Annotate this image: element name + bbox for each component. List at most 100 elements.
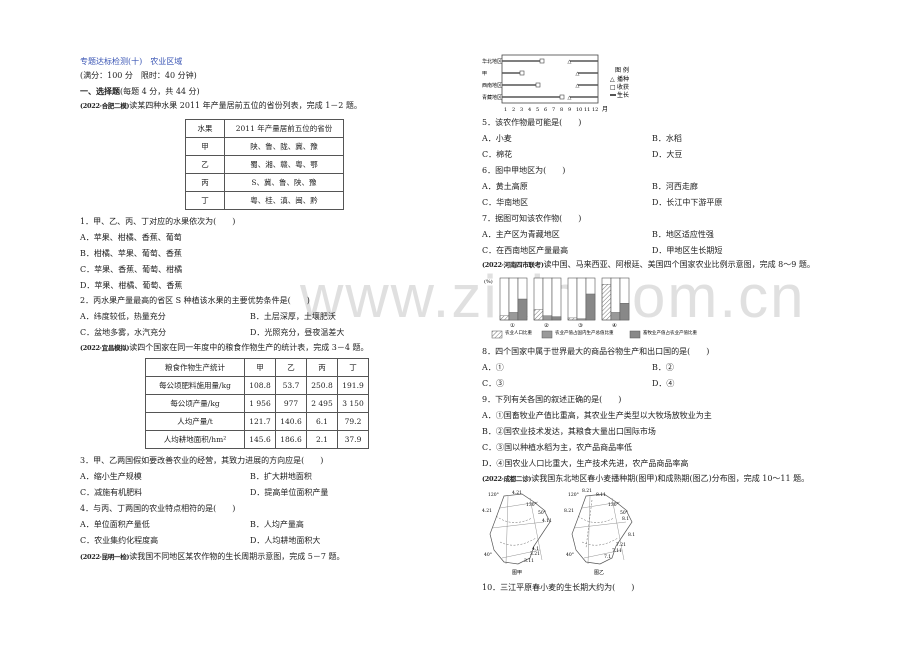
question-5-option-c[interactable]: C．棉花 bbox=[482, 150, 512, 160]
month-tick-label: 8 bbox=[560, 107, 563, 113]
map-label: 7.21 bbox=[616, 542, 626, 548]
map-label: 3.11 bbox=[524, 558, 534, 564]
question-8-option-c[interactable]: C．③ bbox=[482, 379, 504, 389]
map-sowing-period: 120° 4.21 4.21 130° 50° 4.11 4.1 3.21 3.… bbox=[482, 490, 552, 576]
table-header-cell: 丙 bbox=[306, 358, 338, 377]
question-5-option-d[interactable]: D．大豆 bbox=[652, 150, 682, 160]
legend-harvest-label: 收获 bbox=[617, 83, 629, 91]
legend-growth-label: 生长 bbox=[617, 91, 629, 99]
map-label: 50° bbox=[620, 510, 628, 516]
question-2-option-b[interactable]: B．土层深厚，土壤肥沃 bbox=[250, 312, 336, 322]
growth-cycle-chart: 华北地区甲西南地区青藏地区 1 2 3 4 5 6 7 8 9 10 11 12 △△△△ 图 例 △… bbox=[482, 54, 629, 113]
legend-label-livestock: 畜牧业产值占农业产值比重 bbox=[643, 329, 697, 336]
question-1-option-a[interactable]: A．苹果、柑橘、香蕉、葡萄 bbox=[80, 233, 182, 243]
bar-1 bbox=[576, 318, 587, 321]
map-outline bbox=[489, 493, 551, 565]
table-cell: 蜀、湘、赣、粤、鄂 bbox=[224, 155, 344, 174]
question-4-stem: 4．与丙、丁两国的农业特点相符的是( ) bbox=[80, 504, 236, 513]
intro-text: 读某四种水果 2011 年产量居前五位的省份列表，完成 1－2 题。 bbox=[129, 101, 362, 110]
question-8-option-d[interactable]: D．④ bbox=[652, 379, 674, 389]
table-cell: 丁 bbox=[185, 191, 225, 210]
table-row: 人均产量/t 121.7 140.6 6.1 79.2 bbox=[145, 412, 369, 431]
month-unit: 月 bbox=[602, 106, 608, 113]
section-note: (每题 4 分，共 44 分) bbox=[120, 87, 200, 96]
group5-intro: (2022·成都二诊)读我国东北地区春小麦播种期(图甲)和成熟期(图乙)分布图，… bbox=[482, 474, 809, 484]
table-cell: 每公顷产量/kg bbox=[145, 394, 245, 413]
question-7-option-b[interactable]: B．地区适应性强 bbox=[652, 230, 714, 240]
question-9-option-d[interactable]: D．④国农业人口比重大，生产技术先进，农产品商品率高 bbox=[482, 459, 688, 469]
question-1-option-b[interactable]: B．柑橘、苹果、葡萄、香蕉 bbox=[80, 249, 182, 259]
question-6-option-c[interactable]: C．华南地区 bbox=[482, 198, 528, 208]
question-7-option-c[interactable]: C．在西南地区产量最高 bbox=[482, 246, 568, 256]
map-label: 4.11 bbox=[542, 518, 552, 524]
question-3-option-d[interactable]: D．提高单位面积产量 bbox=[250, 488, 328, 498]
harvest-marker bbox=[535, 82, 541, 88]
question-6-option-d[interactable]: D．长江中下游平原 bbox=[652, 198, 722, 208]
bar-0 bbox=[533, 309, 544, 321]
y-unit-label: (%) bbox=[484, 278, 493, 285]
question-2-option-d[interactable]: D．光照充分，昼夜温差大 bbox=[250, 328, 344, 338]
question-9-stem: 9．下列有关各国的叙述正确的是( ) bbox=[482, 395, 622, 404]
table-cell: 191.9 bbox=[337, 376, 369, 395]
table-row: 甲陕、鲁、陇、冀、豫 bbox=[185, 137, 344, 156]
table-row: 每公顷产量/kg 1 956 977 2 495 3 150 bbox=[145, 394, 369, 413]
question-8-option-a[interactable]: A．① bbox=[482, 363, 504, 373]
country-label: ② bbox=[544, 322, 549, 329]
table-row: 丁粤、桂、滇、闽、黔 bbox=[185, 191, 344, 210]
table-cell: 6.1 bbox=[306, 412, 338, 431]
table-cell: 丙 bbox=[185, 173, 225, 192]
question-10-stem: 10．三江平原春小麦的生长期大约为( ) bbox=[482, 583, 635, 592]
month-tick-label: 6 bbox=[544, 107, 547, 113]
question-2-option-c[interactable]: C．盆地多雾，水汽充分 bbox=[80, 328, 166, 338]
map-outline bbox=[571, 493, 633, 565]
question-4-option-d[interactable]: D．人均耕地面积大 bbox=[250, 536, 320, 546]
map-label: 8.21 bbox=[582, 488, 592, 494]
bar-0 bbox=[499, 315, 510, 321]
bar-2 bbox=[551, 316, 562, 321]
question-6-option-b[interactable]: B．河西走廊 bbox=[652, 182, 698, 192]
question-7-option-a[interactable]: A．主产区为青藏地区 bbox=[482, 230, 560, 240]
table-cell: 121.7 bbox=[244, 412, 276, 431]
table-cell: 2 495 bbox=[306, 394, 338, 413]
question-3-stem: 3．甲、乙两国假如要改善农业的经营，其致力进展的方向应是( ) bbox=[80, 456, 324, 465]
legend-label-agri-pop: 农业人口比重 bbox=[505, 329, 532, 336]
question-9-option-c[interactable]: C．③国以种植水稻为主，农产品商品率低 bbox=[482, 443, 632, 453]
question-4-option-b[interactable]: B．人均产量高 bbox=[250, 520, 304, 530]
question-4-option-a[interactable]: A．单位面积产量低 bbox=[80, 520, 150, 530]
question-1-option-c[interactable]: C．苹果、香蕉、葡萄、柑橘 bbox=[80, 265, 182, 275]
question-3-option-b[interactable]: B．扩大耕地面积 bbox=[250, 472, 312, 482]
question-7-option-d[interactable]: D．甲地区生长期短 bbox=[652, 246, 722, 256]
question-9-option-b[interactable]: B．②国农业技术发达，其粮食大量出口国际市场 bbox=[482, 427, 656, 437]
source-tag: (2022·宜昌模拟) bbox=[80, 344, 130, 352]
month-tick-label: 2 bbox=[512, 107, 515, 113]
month-tick-label: 12 bbox=[592, 107, 598, 113]
question-2-option-a[interactable]: A．纬度较低，热量充分 bbox=[80, 312, 166, 322]
harvest-marker bbox=[519, 70, 525, 76]
month-tick-label: 5 bbox=[536, 107, 539, 113]
table-row: 丙 S、冀、鲁、陕、豫 bbox=[185, 173, 344, 192]
question-4-option-c[interactable]: C．农业集约化程度高 bbox=[80, 536, 158, 546]
table-cell: 140.6 bbox=[275, 412, 307, 431]
table-cell: S、冀、鲁、陕、豫 bbox=[224, 173, 344, 192]
question-3-option-a[interactable]: A．缩小生产规模 bbox=[80, 472, 142, 482]
question-6-option-a[interactable]: A．黄土高原 bbox=[482, 182, 528, 192]
question-8-option-b[interactable]: B．② bbox=[652, 363, 674, 373]
bar-2 bbox=[585, 293, 596, 321]
question-5-option-b[interactable]: B．水稻 bbox=[652, 134, 682, 144]
table-cell: 186.6 bbox=[275, 430, 307, 449]
legend-harvest-icon: □ bbox=[610, 84, 616, 91]
question-9-option-a[interactable]: A．①国畜牧业产值比重高，其农业生产类型以大牧场放牧业为主 bbox=[482, 411, 712, 421]
table-row: 每公顷肥料施用量/kg 108.8 53.7 250.8 191.9 bbox=[145, 376, 369, 395]
month-tick-label: 3 bbox=[520, 107, 523, 113]
question-1-option-d[interactable]: D．苹果、柑橘、葡萄、香蕉 bbox=[80, 281, 182, 291]
bar-frame bbox=[499, 277, 510, 321]
northeast-wheat-maps: 120° 4.21 4.21 130° 50° 4.11 4.1 3.21 3.… bbox=[482, 488, 635, 576]
table-header-row: 粮食作物生产统计 甲 乙 丙 丁 bbox=[145, 358, 369, 377]
map-label: 130° bbox=[608, 502, 619, 508]
question-3-option-c[interactable]: C．减施有机肥料 bbox=[80, 488, 142, 498]
question-5-option-a[interactable]: A．小麦 bbox=[482, 134, 512, 144]
table-cell: 2.1 bbox=[306, 430, 338, 449]
region-label: 甲 bbox=[482, 71, 487, 77]
month-tick-label: 11 bbox=[584, 107, 590, 113]
table-cell: 1 956 bbox=[244, 394, 276, 413]
